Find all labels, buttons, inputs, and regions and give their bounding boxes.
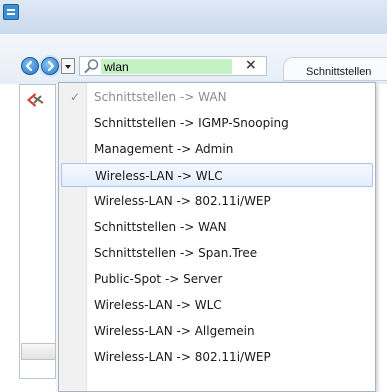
forward-arrow-icon	[47, 60, 55, 72]
title-bar	[0, 0, 387, 34]
result-item[interactable]: Wireless-LAN -> 802.11i/WEP	[61, 345, 373, 369]
result-label: Wireless-LAN -> Allgemein	[94, 324, 255, 338]
result-label: Wireless-LAN -> WLC	[94, 298, 222, 312]
tree-config-icon	[27, 93, 44, 107]
result-item[interactable]: Schnittstellen -> WAN	[61, 215, 373, 239]
result-label: Schnittstellen -> IGMP-Snooping	[94, 116, 289, 130]
result-label: Schnittstellen -> WAN	[94, 90, 227, 104]
result-label: Public-Spot -> Server	[94, 272, 223, 286]
result-item[interactable]: Public-Spot -> Server	[61, 267, 373, 291]
search-icon	[84, 59, 99, 74]
tab-label: Schnittstellen	[306, 66, 372, 78]
result-label: Wireless-LAN -> WLC	[95, 169, 223, 183]
result-item[interactable]: Wireless-LAN -> 802.11i/WEP	[61, 189, 373, 213]
result-label: Schnittstellen -> Span.Tree	[94, 246, 258, 260]
result-label: Schnittstellen -> WAN	[94, 220, 227, 234]
result-item[interactable]: Schnittstellen -> IGMP-Snooping	[61, 111, 373, 135]
result-label: Wireless-LAN -> 802.11i/WEP	[94, 350, 271, 364]
close-icon[interactable]: ×	[245, 57, 257, 73]
forward-button[interactable]	[41, 57, 59, 75]
result-item-highlighted[interactable]: Wireless-LAN -> WLC	[61, 163, 373, 187]
left-pane-scrollbar[interactable]	[21, 343, 56, 360]
back-arrow-icon	[25, 60, 33, 72]
tab-schnittstellen[interactable]: Schnittstellen	[283, 57, 387, 81]
result-item: ✓ Schnittstellen -> WAN	[61, 85, 373, 109]
result-item[interactable]: Management -> Admin	[61, 137, 373, 161]
search-input[interactable]	[101, 59, 232, 74]
result-label: Management -> Admin	[94, 142, 234, 156]
navigation-tree[interactable]	[19, 84, 56, 379]
result-item[interactable]: Schnittstellen -> Span.Tree	[61, 241, 373, 265]
back-button[interactable]	[21, 57, 39, 75]
result-item[interactable]: Wireless-LAN -> WLC	[61, 293, 373, 317]
result-item[interactable]: Wireless-LAN -> Allgemein	[61, 319, 373, 343]
checkmark-icon: ✓	[70, 90, 81, 104]
search-results-dropdown: ✓ Schnittstellen -> WAN Schnittstellen -…	[58, 82, 376, 392]
search-box: ×	[79, 56, 267, 76]
history-dropdown-button[interactable]	[61, 58, 75, 74]
app-icon	[3, 4, 19, 20]
result-label: Wireless-LAN -> 802.11i/WEP	[94, 194, 271, 208]
